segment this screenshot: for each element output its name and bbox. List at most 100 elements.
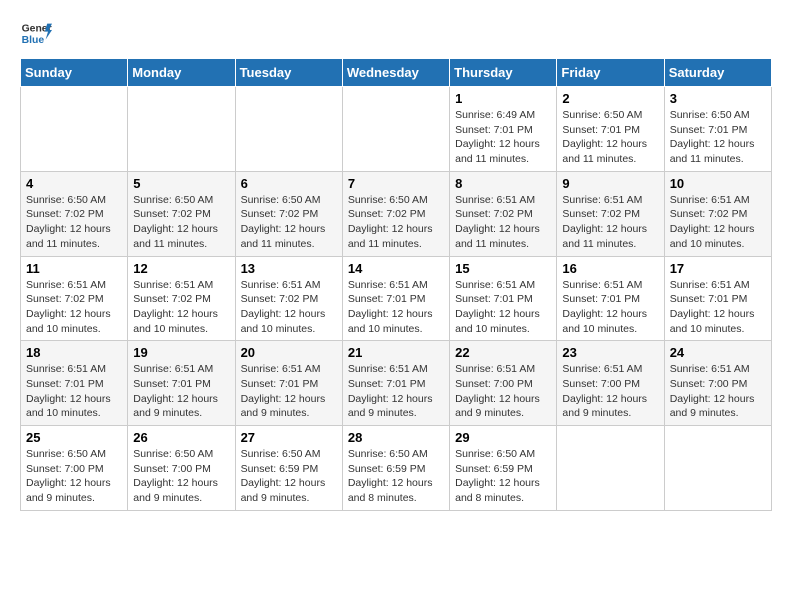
day-info: Sunrise: 6:50 AM Sunset: 7:02 PM Dayligh…	[241, 193, 337, 252]
calendar-table: SundayMondayTuesdayWednesdayThursdayFrid…	[20, 58, 772, 511]
day-header-thursday: Thursday	[450, 59, 557, 87]
day-number: 17	[670, 261, 766, 276]
day-info: Sunrise: 6:51 AM Sunset: 7:01 PM Dayligh…	[348, 362, 444, 421]
day-info: Sunrise: 6:50 AM Sunset: 7:01 PM Dayligh…	[562, 108, 658, 167]
day-info: Sunrise: 6:51 AM Sunset: 7:00 PM Dayligh…	[670, 362, 766, 421]
calendar-cell: 22 Sunrise: 6:51 AM Sunset: 7:00 PM Dayli…	[450, 341, 557, 426]
day-number: 23	[562, 345, 658, 360]
day-number: 28	[348, 430, 444, 445]
day-number: 27	[241, 430, 337, 445]
day-info: Sunrise: 6:51 AM Sunset: 7:02 PM Dayligh…	[241, 278, 337, 337]
calendar-cell: 12Sunrise: 6:51 AM Sunset: 7:02 PM Dayli…	[128, 256, 235, 341]
day-info: Sunrise: 6:50 AM Sunset: 6:59 PM Dayligh…	[348, 447, 444, 506]
calendar-cell: 1 Sunrise: 6:49 AM Sunset: 7:01 PM Daylig…	[450, 87, 557, 172]
calendar-week-1: 1 Sunrise: 6:49 AM Sunset: 7:01 PM Daylig…	[21, 87, 772, 172]
calendar-cell: 7Sunrise: 6:50 AM Sunset: 7:02 PM Daylig…	[342, 171, 449, 256]
calendar-cell: 15 Sunrise: 6:51 AM Sunset: 7:01 PM Dayli…	[450, 256, 557, 341]
day-info: Sunrise: 6:51 AM Sunset: 7:01 PM Dayligh…	[26, 362, 122, 421]
day-number: 14	[348, 261, 444, 276]
day-info: Sunrise: 6:51 AM Sunset: 7:02 PM Dayligh…	[26, 278, 122, 337]
day-info: Sunrise: 6:51 AM Sunset: 7:01 PM Dayligh…	[562, 278, 658, 337]
day-info: Sunrise: 6:51 AM Sunset: 7:02 PM Dayligh…	[455, 193, 551, 252]
calendar-header: SundayMondayTuesdayWednesdayThursdayFrid…	[21, 59, 772, 87]
logo: General Blue	[20, 20, 52, 48]
calendar-week-3: 11 Sunrise: 6:51 AM Sunset: 7:02 PM Dayli…	[21, 256, 772, 341]
calendar-cell	[557, 426, 664, 511]
day-header-friday: Friday	[557, 59, 664, 87]
day-info: Sunrise: 6:50 AM Sunset: 7:00 PM Dayligh…	[133, 447, 229, 506]
calendar-cell: 25Sunrise: 6:50 AM Sunset: 7:00 PM Dayli…	[21, 426, 128, 511]
day-number: 13	[241, 261, 337, 276]
day-number: 22	[455, 345, 551, 360]
day-number: 18	[26, 345, 122, 360]
calendar-week-2: 4 Sunrise: 6:50 AM Sunset: 7:02 PM Daylig…	[21, 171, 772, 256]
day-info: Sunrise: 6:51 AM Sunset: 7:01 PM Dayligh…	[348, 278, 444, 337]
day-info: Sunrise: 6:50 AM Sunset: 6:59 PM Dayligh…	[455, 447, 551, 506]
day-number: 29	[455, 430, 551, 445]
calendar-cell: 2 Sunrise: 6:50 AM Sunset: 7:01 PM Daylig…	[557, 87, 664, 172]
calendar-cell	[664, 426, 771, 511]
day-info: Sunrise: 6:50 AM Sunset: 7:02 PM Dayligh…	[26, 193, 122, 252]
calendar-cell: 24Sunrise: 6:51 AM Sunset: 7:00 PM Dayli…	[664, 341, 771, 426]
svg-text:Blue: Blue	[22, 35, 45, 46]
day-info: Sunrise: 6:50 AM Sunset: 7:02 PM Dayligh…	[348, 193, 444, 252]
calendar-cell: 23 Sunrise: 6:51 AM Sunset: 7:00 PM Dayli…	[557, 341, 664, 426]
day-info: Sunrise: 6:51 AM Sunset: 7:01 PM Dayligh…	[670, 278, 766, 337]
day-number: 19	[133, 345, 229, 360]
calendar-cell: 20 Sunrise: 6:51 AM Sunset: 7:01 PM Dayli…	[235, 341, 342, 426]
day-number: 16	[562, 261, 658, 276]
day-number: 21	[348, 345, 444, 360]
day-info: Sunrise: 6:51 AM Sunset: 7:00 PM Dayligh…	[455, 362, 551, 421]
calendar-cell: 13 Sunrise: 6:51 AM Sunset: 7:02 PM Dayli…	[235, 256, 342, 341]
calendar-cell: 18 Sunrise: 6:51 AM Sunset: 7:01 PM Dayli…	[21, 341, 128, 426]
day-header-wednesday: Wednesday	[342, 59, 449, 87]
calendar-cell: 19 Sunrise: 6:51 AM Sunset: 7:01 PM Dayli…	[128, 341, 235, 426]
day-info: Sunrise: 6:51 AM Sunset: 7:02 PM Dayligh…	[670, 193, 766, 252]
day-info: Sunrise: 6:50 AM Sunset: 6:59 PM Dayligh…	[241, 447, 337, 506]
day-info: Sunrise: 6:49 AM Sunset: 7:01 PM Dayligh…	[455, 108, 551, 167]
day-header-saturday: Saturday	[664, 59, 771, 87]
day-info: Sunrise: 6:51 AM Sunset: 7:02 PM Dayligh…	[133, 278, 229, 337]
day-number: 26	[133, 430, 229, 445]
day-number: 4	[26, 176, 122, 191]
day-number: 5	[133, 176, 229, 191]
day-number: 20	[241, 345, 337, 360]
calendar-cell: 3 Sunrise: 6:50 AM Sunset: 7:01 PM Daylig…	[664, 87, 771, 172]
logo-icon: General Blue	[20, 20, 52, 48]
calendar-cell	[128, 87, 235, 172]
day-number: 9	[562, 176, 658, 191]
day-number: 25	[26, 430, 122, 445]
calendar-cell: 6 Sunrise: 6:50 AM Sunset: 7:02 PM Daylig…	[235, 171, 342, 256]
calendar-cell: 4 Sunrise: 6:50 AM Sunset: 7:02 PM Daylig…	[21, 171, 128, 256]
day-info: Sunrise: 6:51 AM Sunset: 7:02 PM Dayligh…	[562, 193, 658, 252]
day-number: 10	[670, 176, 766, 191]
day-number: 8	[455, 176, 551, 191]
day-info: Sunrise: 6:51 AM Sunset: 7:00 PM Dayligh…	[562, 362, 658, 421]
calendar-cell	[21, 87, 128, 172]
calendar-cell: 10 Sunrise: 6:51 AM Sunset: 7:02 PM Dayli…	[664, 171, 771, 256]
calendar-cell: 17 Sunrise: 6:51 AM Sunset: 7:01 PM Dayli…	[664, 256, 771, 341]
day-number: 1	[455, 91, 551, 106]
day-header-tuesday: Tuesday	[235, 59, 342, 87]
day-number: 11	[26, 261, 122, 276]
day-number: 6	[241, 176, 337, 191]
day-info: Sunrise: 6:51 AM Sunset: 7:01 PM Dayligh…	[241, 362, 337, 421]
calendar-week-5: 25 Sunrise: 6:50 AM Sunset: 7:00 PM Dayli…	[21, 426, 772, 511]
day-info: Sunrise: 6:51 AM Sunset: 7:01 PM Dayligh…	[455, 278, 551, 337]
calendar-cell: 9 Sunrise: 6:51 AM Sunset: 7:02 PM Daylig…	[557, 171, 664, 256]
calendar-cell: 14 Sunrise: 6:51 AM Sunset: 7:01 PM Dayli…	[342, 256, 449, 341]
calendar-cell	[235, 87, 342, 172]
calendar-cell: 11 Sunrise: 6:51 AM Sunset: 7:02 PM Dayli…	[21, 256, 128, 341]
page-header: General Blue	[20, 20, 772, 48]
calendar-cell: 21 Sunrise: 6:51 AM Sunset: 7:01 PM Dayli…	[342, 341, 449, 426]
calendar-cell: 8 Sunrise: 6:51 AM Sunset: 7:02 PM Daylig…	[450, 171, 557, 256]
day-number: 15	[455, 261, 551, 276]
calendar-cell: 16 Sunrise: 6:51 AM Sunset: 7:01 PM Dayli…	[557, 256, 664, 341]
day-number: 3	[670, 91, 766, 106]
day-info: Sunrise: 6:51 AM Sunset: 7:01 PM Dayligh…	[133, 362, 229, 421]
day-number: 2	[562, 91, 658, 106]
day-info: Sunrise: 6:50 AM Sunset: 7:01 PM Dayligh…	[670, 108, 766, 167]
day-header-sunday: Sunday	[21, 59, 128, 87]
calendar-cell	[342, 87, 449, 172]
calendar-week-4: 18 Sunrise: 6:51 AM Sunset: 7:01 PM Dayli…	[21, 341, 772, 426]
